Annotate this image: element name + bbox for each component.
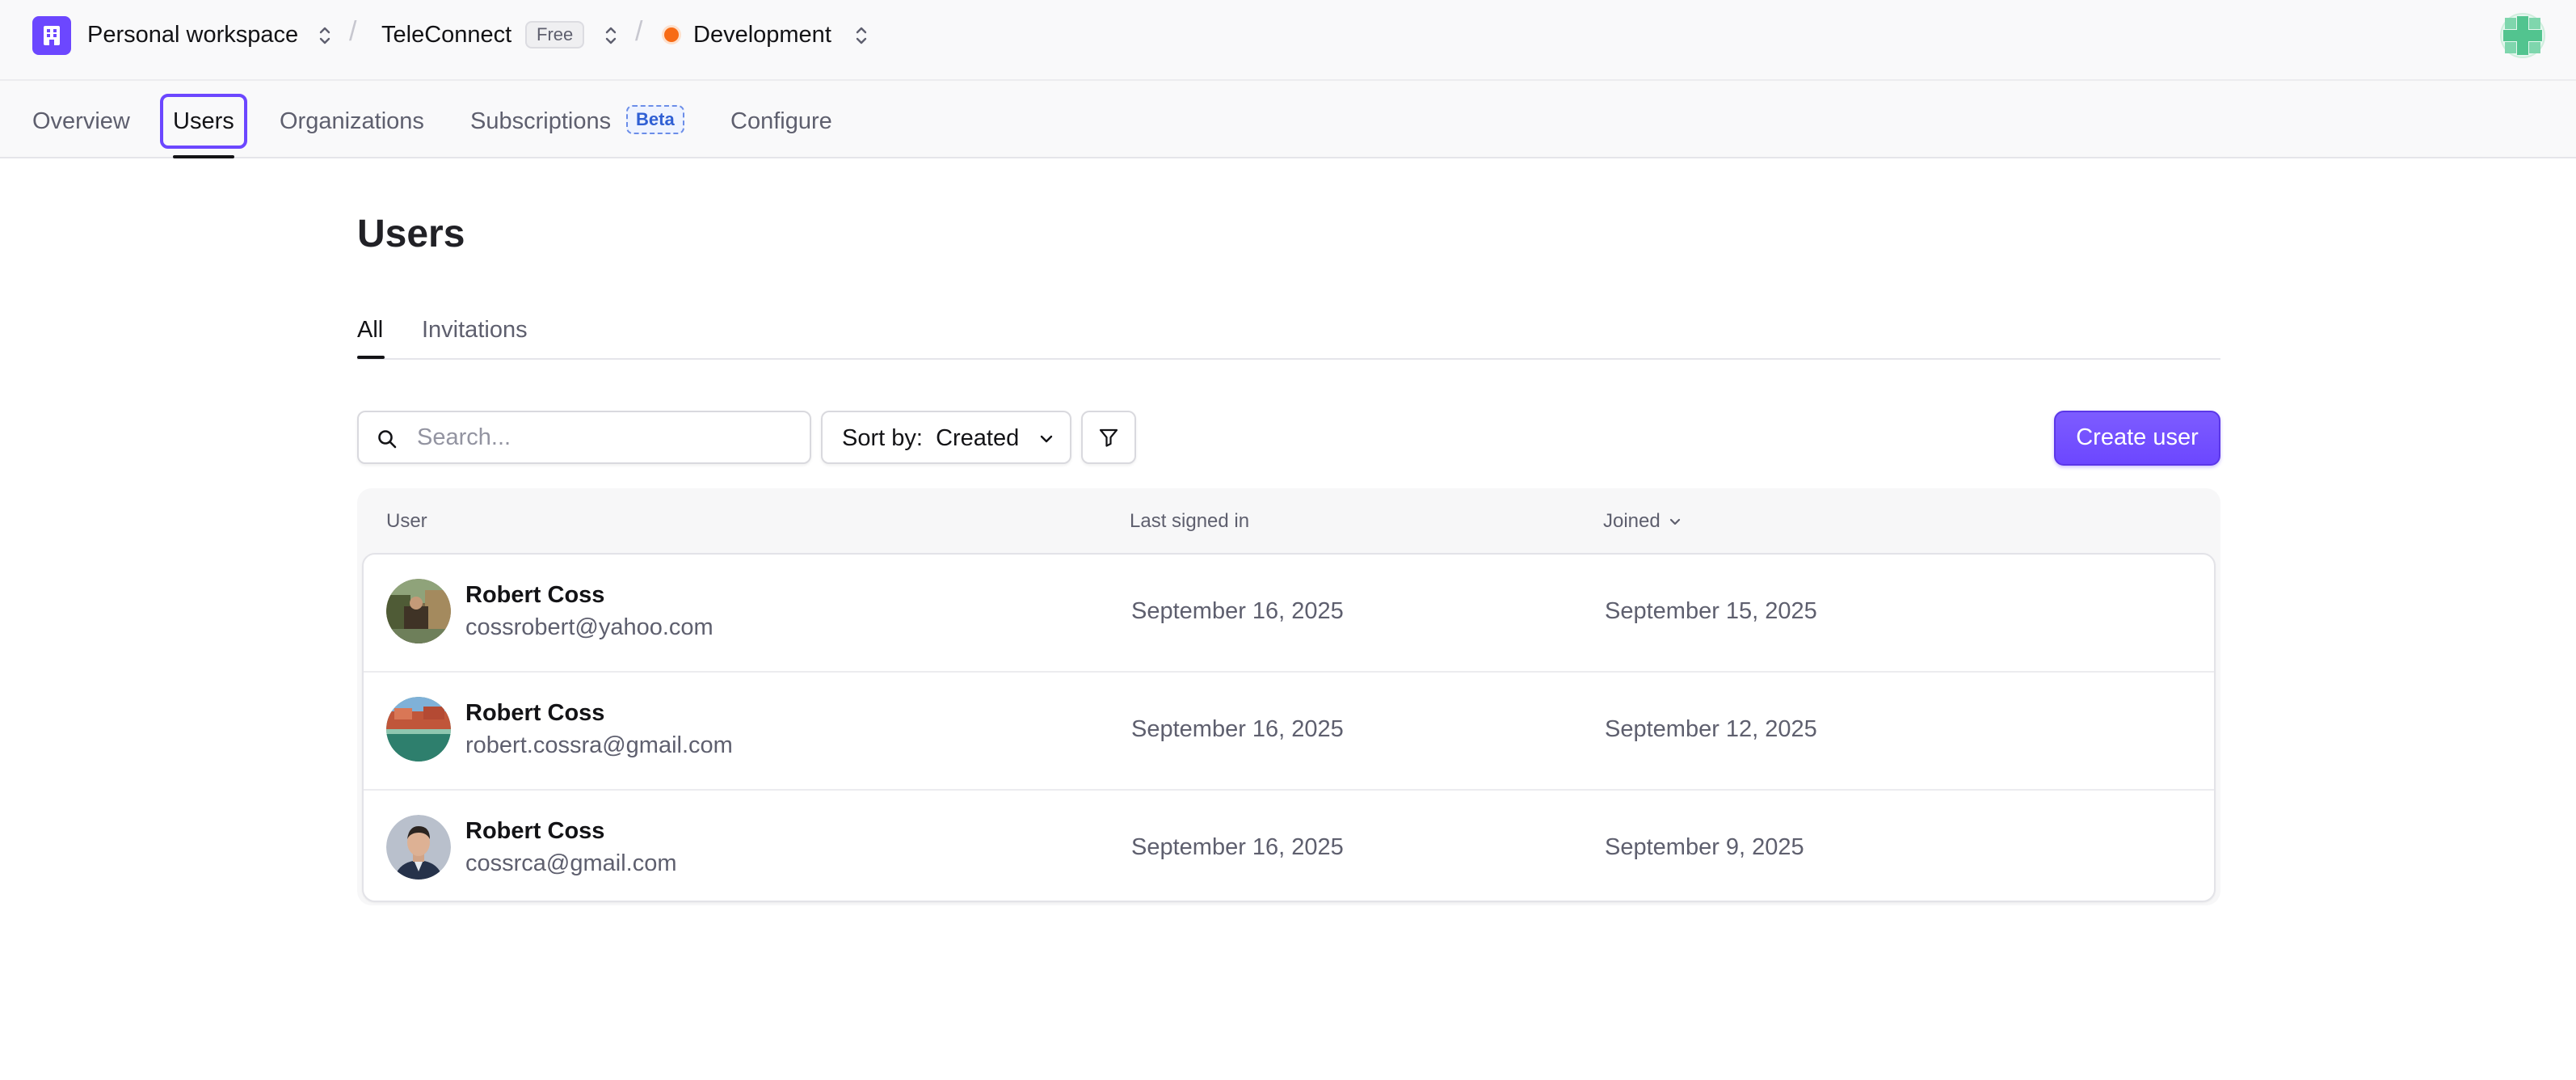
user-avatar	[386, 815, 451, 880]
app-switcher[interactable]: TeleConnect	[381, 19, 511, 50]
sort-value: Created	[936, 425, 1020, 451]
user-email: cossrobert@yahoo.com	[465, 614, 713, 640]
column-header-last-signed-in: Last signed in	[1130, 510, 1250, 532]
column-header-joined[interactable]: Joined	[1603, 508, 1683, 535]
top-bar: Personal workspace / TeleConnect Free / …	[0, 0, 2576, 81]
breadcrumb-separator: /	[635, 16, 643, 47]
sort-dropdown[interactable]: Sort by: Created	[821, 411, 1071, 464]
filter-button[interactable]	[1081, 411, 1136, 464]
workspace-switcher[interactable]: Personal workspace	[87, 19, 298, 50]
joined-cell: September 9, 2025	[1605, 834, 1804, 860]
nav-tab-subscriptions[interactable]: Subscriptions	[470, 107, 611, 136]
search-field	[357, 411, 811, 464]
environment-switcher[interactable]: Development	[693, 19, 831, 50]
environment-chevron-updown-icon[interactable]	[853, 23, 869, 49]
tab-all[interactable]: All	[357, 315, 383, 344]
tabs-divider	[357, 358, 2220, 360]
nav-active-indicator	[173, 155, 234, 158]
user-name: Robert Coss	[465, 700, 605, 726]
chevron-down-icon	[1040, 435, 1053, 443]
app-plan-badge: Free	[525, 21, 585, 49]
nav-tab-users[interactable]: Users	[173, 107, 234, 136]
app-chevron-updown-icon[interactable]	[603, 23, 619, 49]
joined-cell: September 15, 2025	[1605, 598, 1817, 624]
sort-prefix: Sort by:	[842, 425, 923, 451]
sort-desc-chevron-icon	[1669, 518, 1680, 525]
tab-invitations[interactable]: Invitations	[422, 315, 528, 344]
user-avatar[interactable]	[2500, 13, 2545, 58]
building-icon	[44, 26, 60, 45]
page-title: Users	[357, 213, 465, 255]
create-user-button[interactable]: Create user	[2054, 411, 2220, 466]
breadcrumb-separator: /	[349, 16, 357, 47]
main-nav: Overview Users Organizations Subscriptio…	[0, 81, 2576, 158]
user-email: cossrca@gmail.com	[465, 850, 677, 876]
users-table-body: Robert Coss cossrobert@yahoo.com Septemb…	[362, 553, 2216, 902]
user-avatar	[386, 579, 451, 643]
user-avatar	[386, 697, 451, 761]
user-email: robert.cossra@gmail.com	[465, 732, 733, 758]
user-name: Robert Coss	[465, 818, 605, 844]
user-name: Robert Coss	[465, 582, 605, 608]
tab-active-indicator	[357, 356, 385, 359]
filter-icon	[1099, 428, 1118, 447]
search-input[interactable]	[415, 420, 798, 454]
last-signed-in-cell: September 16, 2025	[1131, 834, 1344, 860]
environment-status-dot	[664, 27, 679, 42]
joined-cell: September 12, 2025	[1605, 716, 1817, 742]
last-signed-in-cell: September 16, 2025	[1131, 598, 1344, 624]
nav-tab-organizations[interactable]: Organizations	[280, 107, 424, 136]
nav-tab-configure[interactable]: Configure	[730, 107, 832, 136]
search-icon	[378, 430, 397, 449]
column-header-user: User	[386, 510, 427, 532]
sort-label: Sort by: Created	[842, 424, 1019, 453]
workspace-chevron-updown-icon[interactable]	[317, 23, 333, 49]
workspace-icon[interactable]	[32, 16, 71, 55]
joined-header-label: Joined	[1603, 510, 1661, 532]
nav-tab-overview[interactable]: Overview	[32, 107, 130, 136]
table-row[interactable]: Robert Coss cossrobert@yahoo.com Septemb…	[364, 555, 2214, 673]
last-signed-in-cell: September 16, 2025	[1131, 716, 1344, 742]
table-row[interactable]: Robert Coss robert.cossra@gmail.com Sept…	[364, 673, 2214, 791]
table-row[interactable]: Robert Coss cossrca@gmail.com September …	[364, 791, 2214, 901]
beta-badge: Beta	[626, 105, 684, 134]
